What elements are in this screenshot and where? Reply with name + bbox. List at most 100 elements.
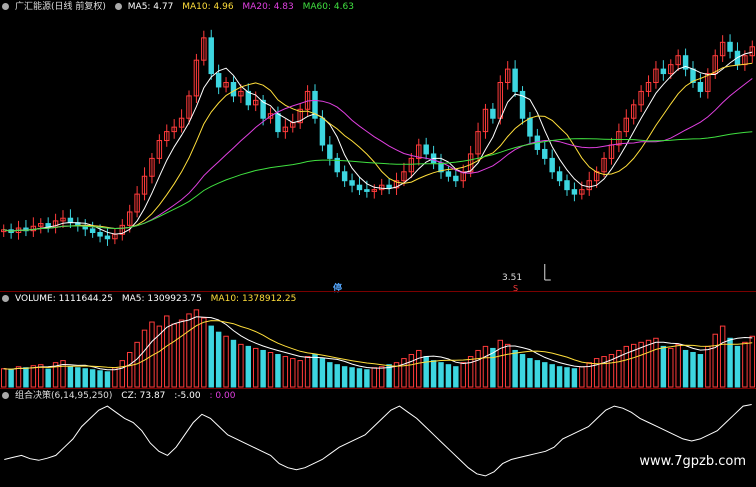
volume-bar [475,349,481,388]
volume-bar [297,360,303,388]
volume-bar [282,356,289,388]
candle-body [349,180,355,186]
candle-body [556,171,563,182]
volume-bar [356,368,363,388]
volume-bar [341,366,348,388]
volume-bar [112,367,118,388]
volume-bar [601,356,607,388]
volume-bar [15,366,22,388]
candle-body [275,113,281,133]
volume-bar [712,333,718,388]
volume-bar [201,317,207,388]
volume-bar [186,313,192,388]
volume-bar [267,351,274,388]
volume-bar [453,366,459,388]
volume-bar [401,358,407,388]
volume-bar [504,343,511,388]
volume-bar [30,365,37,388]
volume-bar [534,360,541,388]
volume-bar [38,364,44,388]
volume-bar [208,325,214,388]
volume-bar [682,349,689,388]
volume-bar [690,351,696,388]
volume-bar [178,319,185,388]
volume-bar [460,362,466,388]
candle-body [104,235,111,240]
ma60-line [3,131,753,232]
candle-body [208,37,214,75]
volume-bar [82,368,88,388]
volume-bar [126,351,133,388]
ma20-line [3,78,753,232]
volume-bar [230,339,237,388]
volume-bar [482,345,489,388]
volume-bar [0,368,7,388]
stock-chart[interactable] [0,0,756,487]
watermark: www.7gpzb.com [639,454,746,469]
candle-body [215,73,222,88]
candle-body [697,82,704,92]
volume-bar [245,345,252,388]
volume-bar [697,354,704,388]
volume-bar [275,354,281,388]
candle-body [327,144,333,159]
volume-bar [327,362,333,388]
candle-body [386,184,392,189]
volume-bar [260,349,266,388]
candle-body [423,144,429,155]
volume-bar [238,343,244,388]
volume-bar [497,339,504,388]
volume-bar [467,356,474,388]
candle-body [571,189,578,195]
volume-bar [445,364,452,388]
candle-body [660,68,667,75]
volume-bar [579,366,585,388]
volume-bar [571,368,578,388]
volume-bar [119,360,126,388]
volume-bar [668,347,674,388]
volume-bar [556,366,563,388]
volume-bar [23,367,29,388]
volume-bar [252,347,259,388]
candle-body [245,90,252,106]
volume-bar [542,362,548,388]
candle-body [527,117,533,137]
volume-bar [349,367,355,388]
candle-body [364,189,370,192]
volume-bar [430,360,437,388]
volume-bar [519,354,526,388]
candle-body [97,232,103,237]
volume-bar [660,345,667,388]
ma10-line [3,62,753,232]
volume-bar [223,335,229,388]
volume-bar [89,369,96,388]
volume-bar [416,349,422,388]
volume-bar [319,358,326,388]
volume-bar [564,367,570,388]
candle-body [564,180,570,191]
volume-bar [653,337,659,388]
volume-bar [408,354,415,388]
candle-body [549,157,555,173]
volume-bar [423,356,429,388]
candle-body [727,41,733,52]
candle-body [319,117,326,146]
volume-bar [742,341,748,388]
volume-bar [512,349,518,388]
volume-bar [527,358,533,388]
volume-bar [215,331,222,388]
volume-bar [749,335,756,388]
candle-body [512,68,518,92]
volume-bar [334,364,340,388]
volume-bar [304,356,311,388]
volume-bar [104,371,111,388]
candle-body [356,184,363,191]
volume-bar [75,367,81,388]
volume-bar [734,345,741,388]
volume-bar [727,337,733,388]
candle-body [230,82,237,97]
volume-ma5-line [3,316,753,371]
volume-bar [67,366,74,388]
volume-bar [364,369,370,388]
volume-bar [675,343,681,388]
